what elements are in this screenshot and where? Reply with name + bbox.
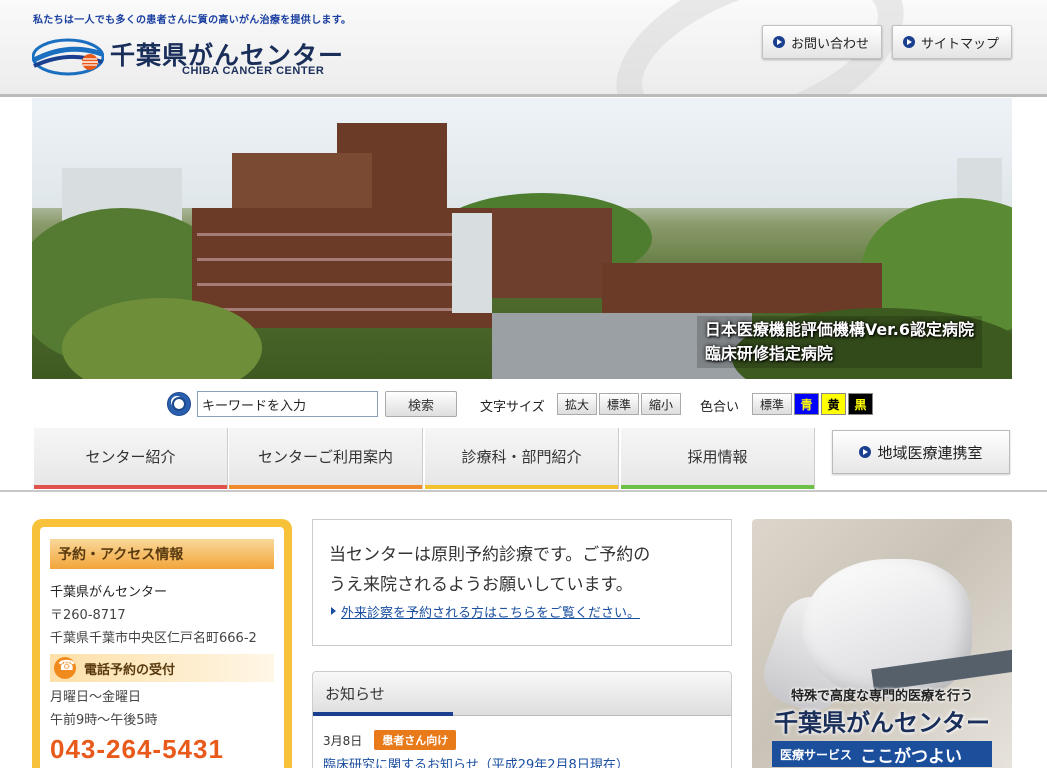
regional-liaison-label: 地域医療連携室 <box>877 443 983 462</box>
hero-building-top <box>232 153 372 213</box>
tab-center-intro[interactable]: センター紹介 <box>33 428 228 489</box>
tab-color-bar <box>425 485 618 489</box>
tab-label: センターご利用案内 <box>257 448 393 466</box>
arrow-bullet-icon <box>773 36 785 48</box>
contact-label: お問い合わせ <box>791 36 870 52</box>
tab-color-bar <box>229 485 422 489</box>
hero-low-building <box>602 263 882 313</box>
hero-wing <box>492 208 612 298</box>
banner-strip-big: ここがつよい <box>860 746 963 767</box>
access-heading: 予約・アクセス情報 <box>50 539 274 569</box>
search-button[interactable]: 検索 <box>385 391 457 417</box>
access-panel-inner: 予約・アクセス情報 千葉県がんセンター 〒260-8717 千葉県千葉市中央区仁… <box>40 527 284 768</box>
color-standard-button[interactable]: 標準 <box>752 393 792 415</box>
arrow-bullet-icon <box>859 446 872 458</box>
phone-heading: 電話予約の受付 <box>50 654 274 682</box>
text-size-normal-button[interactable]: 標準 <box>599 393 639 415</box>
access-postal: 〒260-8717 <box>50 608 126 623</box>
search-icon <box>167 392 191 416</box>
text-size-small-button[interactable]: 縮小 <box>641 393 681 415</box>
hero-floor-line <box>197 308 487 311</box>
sitemap-label: サイトマップ <box>921 36 1000 52</box>
banner-line2: 千葉県がんセンター <box>774 709 990 737</box>
tab-label: 診療科・部門紹介 <box>461 448 582 466</box>
hero-floor-line <box>197 283 487 286</box>
hero-caption-line1: 日本医療機能評価機構Ver.6認定病院 <box>704 320 974 339</box>
logo-name-en: CHIBA CANCER CENTER <box>182 65 325 77</box>
search-input[interactable] <box>197 391 378 417</box>
logo-mark-icon <box>32 38 104 76</box>
color-yellow-button[interactable]: 黄 <box>821 393 846 415</box>
text-size-label: 文字サイズ <box>480 400 545 415</box>
news-badge: 患者さん向け <box>374 730 457 750</box>
news-heading-label: お知らせ <box>325 685 385 703</box>
color-blue-button[interactable]: 青 <box>794 393 819 415</box>
hero-floor-line <box>197 258 487 261</box>
specialty-banner[interactable]: 特殊で高度な専門的医療を行う 千葉県がんセンター 医療サービス ここがつよい <box>752 519 1012 768</box>
news-date: 3月8日 <box>323 733 363 748</box>
main-nav: センター紹介 センターご利用案内 診療科・部門紹介 採用情報 地域医療連携室 <box>0 428 1047 492</box>
tab-color-bar <box>621 485 814 489</box>
news-heading: お知らせ <box>313 672 731 716</box>
notice-line2: うえ来院されるようお願いしています。 <box>329 575 633 595</box>
tab-recruitment[interactable]: 採用情報 <box>620 428 815 489</box>
text-size-large-button[interactable]: 拡大 <box>557 393 597 415</box>
tools-bar: 検索 文字サイズ 拡大 標準 縮小 色合い 標準 青 黄 黒 <box>0 388 1047 418</box>
appointment-link[interactable]: 外来診察を予約される方はこちらをご覧ください。 <box>329 602 715 621</box>
news-item-meta: 3月8日 患者さん向け <box>313 716 731 750</box>
site-logo[interactable]: 千葉県がんセンター CHIBA CANCER CENTER <box>32 34 362 82</box>
hero-caption: 日本医療機能評価機構Ver.6認定病院 臨床研修指定病院 <box>696 316 982 368</box>
hero-image: 日本医療機能評価機構Ver.6認定病院 臨床研修指定病院 <box>32 98 1012 379</box>
color-scheme-label: 色合い <box>700 400 740 415</box>
color-black-button[interactable]: 黒 <box>848 393 873 415</box>
phone-heading-label: 電話予約の受付 <box>84 662 176 678</box>
regional-liaison-button[interactable]: 地域医療連携室 <box>832 430 1010 474</box>
tab-departments[interactable]: 診療科・部門紹介 <box>424 428 619 489</box>
banner-line1: 特殊で高度な専門的医療を行う <box>790 689 973 704</box>
phone-icon <box>54 657 76 679</box>
tab-color-bar <box>34 485 227 489</box>
hero-caption-line2: 臨床研修指定病院 <box>704 344 833 363</box>
access-center-name: 千葉県がんセンター <box>50 585 168 600</box>
arrow-bullet-icon <box>903 36 915 48</box>
notice-line1: 当センターは原則予約診療です。ご予約の <box>329 545 651 565</box>
appointment-notice: 当センターは原則予約診療です。ご予約の うえ来院されるようお願いしています。 外… <box>312 519 732 646</box>
tab-label: センター紹介 <box>85 448 176 466</box>
hours-days: 月曜日～金曜日 <box>50 690 142 705</box>
hero-floor-line <box>197 233 487 236</box>
hours-time: 午前9時～午後5時 <box>50 713 158 728</box>
tab-usage-guide[interactable]: センターご利用案内 <box>228 428 423 489</box>
sitemap-button[interactable]: サイトマップ <box>892 25 1012 59</box>
tab-label: 採用情報 <box>687 448 748 466</box>
news-heading-underline <box>313 712 453 716</box>
news-item-link[interactable]: 臨床研究に関するお知らせ（平成29年2月8日現在） <box>313 754 731 768</box>
banner-strip-small: 医療サービス <box>780 747 853 762</box>
tagline: 私たちは一人でも多くの患者さんに質の高いがん治療を提供します。 <box>33 15 352 26</box>
banner-strip: 医療サービス ここがつよい <box>772 741 992 767</box>
phone-number[interactable]: 043-264-5431 <box>50 734 274 765</box>
news-section: お知らせ 3月8日 患者さん向け 臨床研究に関するお知らせ（平成29年2月8日現… <box>312 671 732 768</box>
contact-button[interactable]: お問い合わせ <box>762 25 882 59</box>
access-panel: 予約・アクセス情報 千葉県がんセンター 〒260-8717 千葉県千葉市中央区仁… <box>32 519 292 768</box>
site-header: 私たちは一人でも多くの患者さんに質の高いがん治療を提供します。 千葉県がんセンタ… <box>0 0 1047 97</box>
access-address: 千葉県千葉市中央区仁戸名町666-2 <box>50 631 257 646</box>
hero-stairwell <box>452 213 492 313</box>
